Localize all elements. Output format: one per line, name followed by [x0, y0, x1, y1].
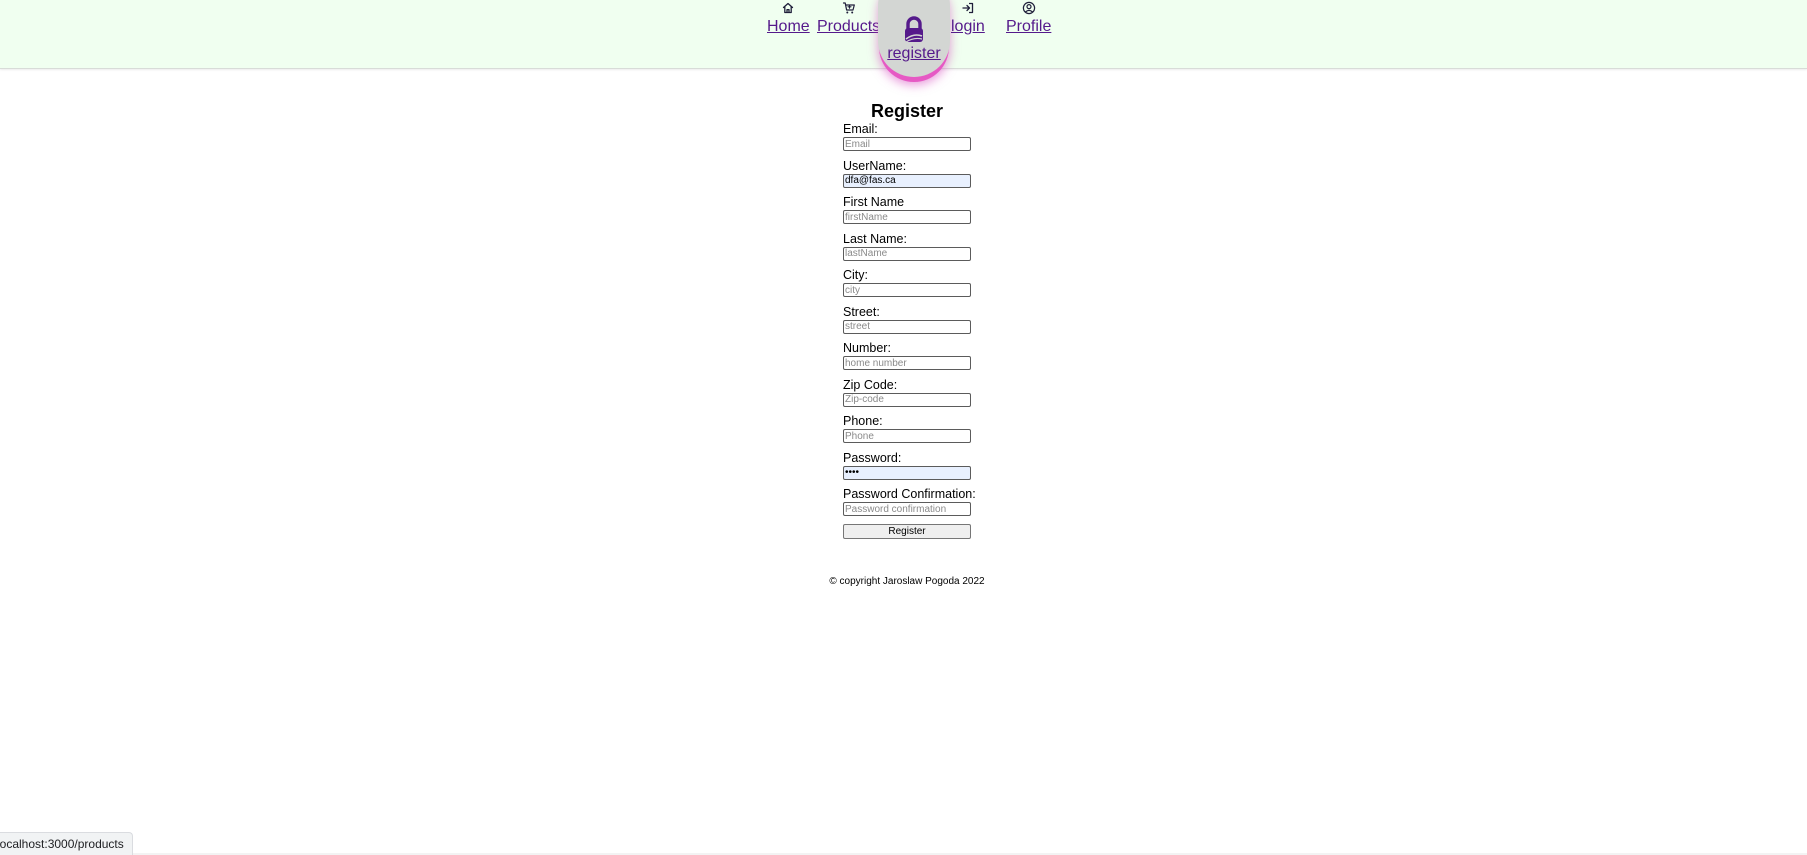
username-field-group: UserName:: [843, 159, 973, 188]
zip-code-field-group: Zip Code:: [843, 378, 973, 407]
cart-icon: [842, 2, 855, 14]
nav-profile-label: Profile: [1006, 18, 1052, 35]
city-field-group: City:: [843, 268, 973, 297]
city-label: City:: [843, 268, 868, 282]
padlock-icon: [905, 16, 923, 43]
last-name-input[interactable]: [843, 246, 971, 261]
street-input[interactable]: [843, 319, 971, 334]
home-icon: [783, 2, 794, 14]
nav-login-label: login: [951, 18, 985, 35]
password-input[interactable]: [843, 465, 971, 480]
city-input[interactable]: [843, 283, 971, 297]
copyright-footer: © copyright Jaroslaw Pogoda 2022: [829, 576, 985, 587]
number-label: Number:: [843, 341, 891, 355]
last-name-label: Last Name:: [843, 231, 907, 246]
first-name-field-group: First Name: [843, 195, 973, 224]
nav-login-link[interactable]: login: [951, 0, 985, 36]
page-title: Register: [870, 101, 944, 121]
nav-home-link[interactable]: Home: [767, 0, 810, 36]
last-name-field-group: Last Name:: [843, 232, 973, 261]
login-icon: [962, 2, 974, 14]
nav-products-label: Products: [817, 18, 881, 35]
first-name-label: First Name: [843, 195, 905, 209]
register-submit-button[interactable]: Register: [843, 524, 971, 539]
username-input[interactable]: [843, 173, 971, 188]
nav-products-link[interactable]: Products: [817, 0, 880, 36]
street-field-group: Street:: [843, 305, 973, 334]
nav-home-label: Home: [767, 18, 810, 35]
number-input[interactable]: [843, 356, 971, 370]
phone-field-group: Phone:: [843, 414, 973, 443]
zip-code-input[interactable]: [843, 392, 971, 407]
email-label: Email:: [843, 122, 878, 136]
top-navbar: Home Products register login Profile: [0, 0, 1807, 77]
username-label: UserName:: [843, 158, 907, 173]
password-field-group: Password:: [843, 451, 973, 480]
email-field-group: Email:: [843, 122, 973, 151]
password-confirmation-input[interactable]: [843, 502, 971, 516]
phone-input[interactable]: [843, 429, 971, 443]
zip-code-label: Zip Code:: [843, 377, 898, 392]
password-confirmation-label: Password Confirmation:: [843, 487, 976, 501]
nav-register-link[interactable]: register: [880, 0, 948, 63]
nav-register-label: register: [887, 45, 941, 62]
email-input[interactable]: [843, 137, 971, 151]
password-confirmation-field-group: Password Confirmation:: [843, 487, 976, 516]
user-circle-icon: [1022, 1, 1035, 15]
first-name-input[interactable]: [843, 210, 971, 224]
phone-label: Phone:: [843, 414, 883, 428]
nav-profile-link[interactable]: Profile: [1006, 0, 1051, 36]
browser-status-bar: localhost:3000/products: [0, 832, 133, 855]
password-label: Password:: [843, 450, 902, 465]
street-label: Street:: [843, 304, 880, 319]
number-field-group: Number:: [843, 341, 973, 370]
